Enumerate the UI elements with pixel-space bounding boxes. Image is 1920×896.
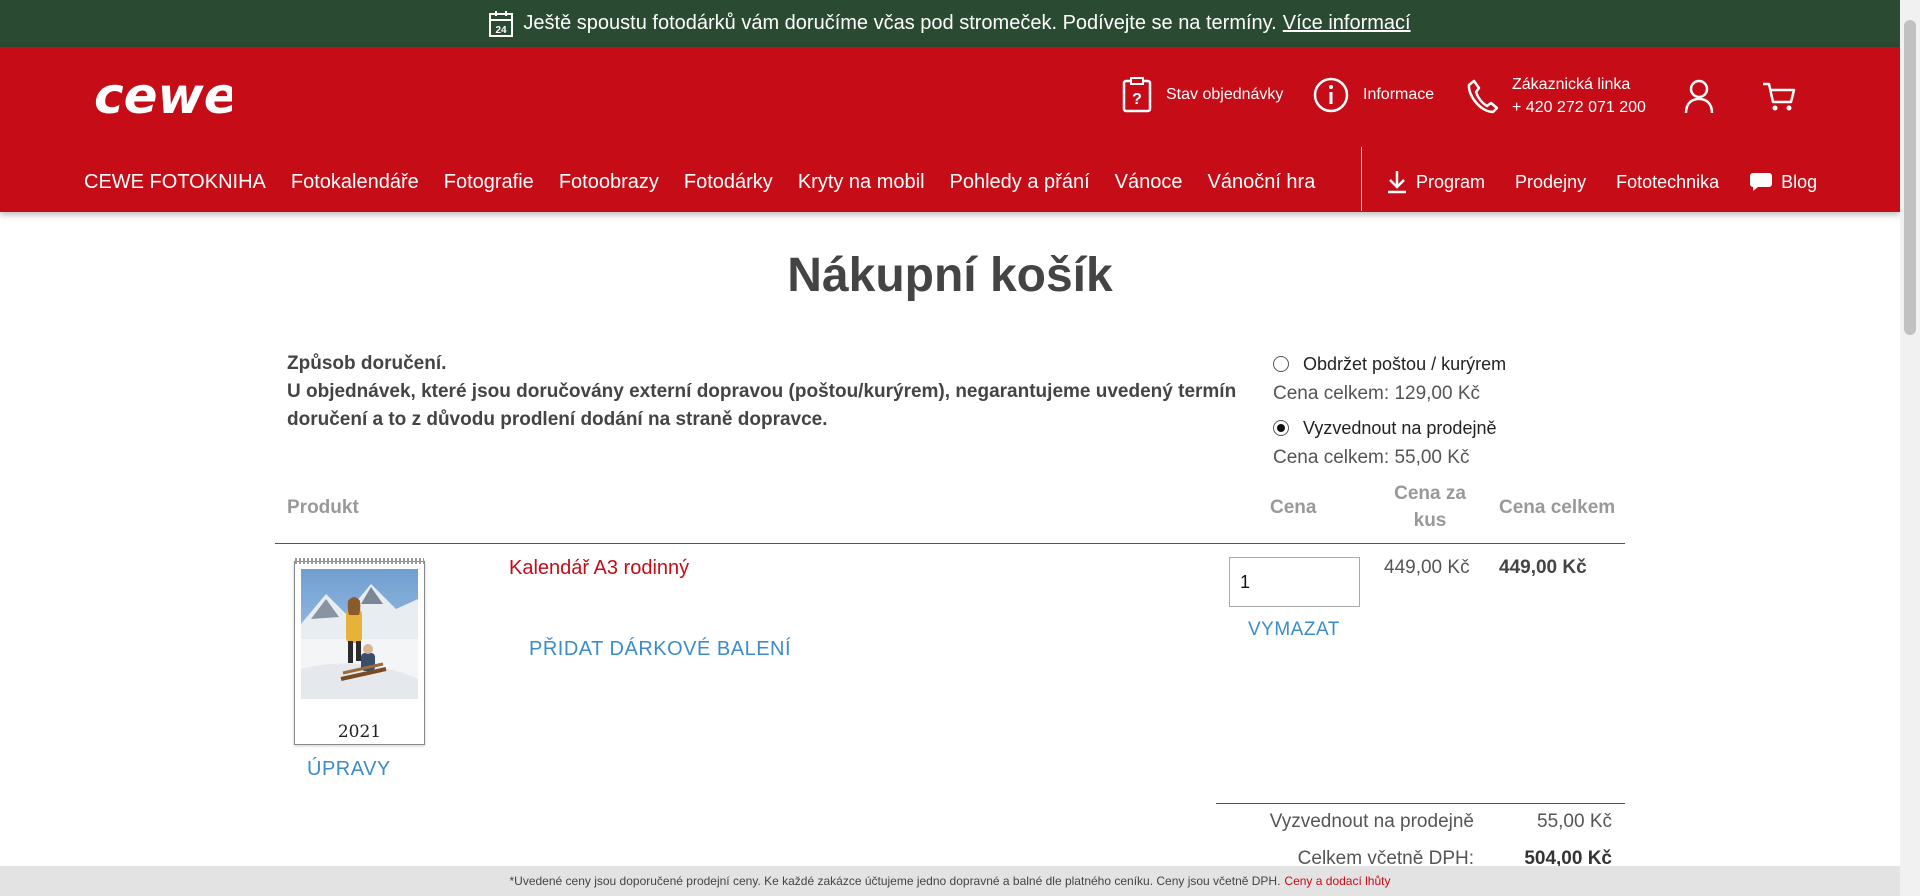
product-name-link[interactable]: Kalendář A3 rodinný bbox=[509, 557, 689, 580]
page: 24 Ještě spoustu fotodárků vám doručíme … bbox=[0, 0, 1900, 896]
nav-item-pohledy-a-prani[interactable]: Pohledy a přání bbox=[950, 171, 1090, 194]
calendar-year: 2021 bbox=[337, 722, 382, 742]
secondary-nav: Program Prodejny Fototechnika Blog bbox=[1386, 164, 1847, 200]
delivery-options: Obdržet poštou / kurýrem Cena celkem: 12… bbox=[1273, 350, 1633, 478]
nav-item-fotokalendare[interactable]: Fotokalendáře bbox=[291, 171, 419, 194]
scrollbar-thumb[interactable] bbox=[1904, 20, 1916, 335]
delivery-option-post[interactable]: Obdržet poštou / kurýrem bbox=[1273, 350, 1633, 378]
summary-shipping-value: 55,00 Kč bbox=[1537, 811, 1612, 832]
nav-item-program[interactable]: Program bbox=[1386, 170, 1485, 194]
cewe-logo[interactable]: cewe bbox=[92, 67, 232, 127]
summary-divider bbox=[1216, 803, 1625, 804]
table-header-divider bbox=[275, 543, 1625, 544]
order-status-link[interactable]: ? Stav objednávky bbox=[1122, 77, 1283, 113]
nav-item-fotodarky[interactable]: Fotodárky bbox=[684, 171, 773, 194]
column-header-total: Cena celkem bbox=[1499, 497, 1616, 518]
info-link[interactable]: Informace bbox=[1313, 77, 1434, 113]
nav-item-prodejny[interactable]: Prodejny bbox=[1515, 172, 1586, 193]
nav-item-blog-label: Blog bbox=[1781, 171, 1818, 192]
order-status-label: Stav objednávky bbox=[1166, 86, 1284, 103]
speech-bubble-icon bbox=[1750, 173, 1773, 191]
page-scrollbar[interactable] bbox=[1900, 0, 1920, 896]
svg-text:?: ? bbox=[1132, 91, 1142, 108]
delivery-option-store[interactable]: Vyzvednout na prodejně bbox=[1273, 414, 1633, 442]
product-thumbnail[interactable]: 2021 bbox=[294, 558, 425, 745]
user-account-icon[interactable] bbox=[1684, 79, 1714, 115]
download-icon bbox=[1388, 171, 1406, 194]
price-disclaimer-text: *Uvedené ceny jsou doporučené prodejní c… bbox=[509, 874, 1281, 888]
info-icon bbox=[1313, 77, 1349, 113]
delivery-info: Způsob doručení. U objednávek, které jso… bbox=[287, 350, 1237, 434]
delivery-option-store-price: Cena celkem: 55,00 Kč bbox=[1273, 447, 1470, 468]
nav-divider bbox=[1361, 147, 1362, 211]
column-header-price: Cena bbox=[1270, 497, 1317, 518]
svg-text:cewe: cewe bbox=[94, 67, 232, 125]
cart-icon[interactable] bbox=[1762, 81, 1796, 113]
hotline-link[interactable]: Zákaznická linka + 420 272 071 200 bbox=[1466, 73, 1646, 119]
delete-item-link[interactable]: VYMAZAT bbox=[1248, 619, 1340, 641]
calendar-icon: 24 bbox=[489, 10, 514, 37]
top-banner: 24 Ještě spoustu fotodárků vám doručíme … bbox=[0, 0, 1900, 47]
nav-item-cewe-fotokniha[interactable]: CEWE FOTOKNIHA bbox=[84, 171, 266, 194]
nav-item-vanoce[interactable]: Vánoce bbox=[1115, 171, 1183, 194]
info-label: Informace bbox=[1363, 86, 1435, 103]
summary-shipping-label: Vyzvednout na prodejně bbox=[1269, 811, 1474, 832]
site-header: cewe ? Stav objednávky Informace Zákazni… bbox=[0, 47, 1900, 212]
banner-more-info-link[interactable]: Více informací bbox=[1283, 12, 1411, 35]
hotline-number: + 420 272 071 200 bbox=[1512, 99, 1646, 116]
radio-store[interactable] bbox=[1273, 420, 1289, 436]
product-photo bbox=[301, 569, 418, 699]
main-nav: CEWE FOTOKNIHA Fotokalendáře Fotografie … bbox=[84, 164, 1340, 200]
nav-item-blog[interactable]: Blog bbox=[1749, 172, 1817, 193]
delivery-option-post-price: Cena celkem: 129,00 Kč bbox=[1273, 383, 1481, 404]
calendar-day: 24 bbox=[496, 25, 508, 36]
delivery-heading: Způsob doručení. bbox=[287, 353, 447, 374]
prices-and-delivery-link[interactable]: Ceny a dodací lhůty bbox=[1284, 874, 1390, 888]
column-header-unit-price: Cena za kus bbox=[1394, 483, 1466, 531]
clipboard-question-icon: ? bbox=[1122, 77, 1152, 113]
delivery-option-store-label: Vyzvednout na prodejně bbox=[1303, 417, 1497, 438]
price-disclaimer-bar: *Uvedené ceny jsou doporučené prodejní c… bbox=[0, 866, 1900, 896]
page-title: Nákupní košík bbox=[787, 249, 1113, 302]
nav-item-fotoobrazy[interactable]: Fotoobrazy bbox=[559, 171, 659, 194]
add-gift-wrap-link[interactable]: PŘIDAT DÁRKOVÉ BALENÍ bbox=[529, 638, 791, 661]
nav-item-fototechnika[interactable]: Fototechnika bbox=[1616, 172, 1719, 193]
calendar-spiral bbox=[295, 558, 424, 564]
unit-price: 449,00 Kč bbox=[1384, 557, 1470, 578]
delivery-option-post-label: Obdržet poštou / kurýrem bbox=[1303, 353, 1507, 374]
quantity-input[interactable] bbox=[1229, 557, 1360, 607]
nav-item-program-label: Program bbox=[1416, 171, 1486, 192]
delivery-note: U objednávek, které jsou doručovány exte… bbox=[287, 381, 1237, 430]
hotline-label: Zákaznická linka bbox=[1512, 76, 1631, 93]
edit-product-link[interactable]: ÚPRAVY bbox=[307, 758, 391, 781]
nav-item-fotografie[interactable]: Fotografie bbox=[444, 171, 534, 194]
banner-text: Ještě spoustu fotodárků vám doručíme vča… bbox=[523, 12, 1277, 34]
phone-icon bbox=[1467, 79, 1498, 114]
radio-post[interactable] bbox=[1273, 356, 1289, 372]
nav-item-vanocni-hra[interactable]: Vánoční hra bbox=[1207, 171, 1315, 194]
column-header-product: Produkt bbox=[287, 497, 359, 518]
nav-item-kryty-na-mobil[interactable]: Kryty na mobil bbox=[798, 171, 925, 194]
item-total-price: 449,00 Kč bbox=[1499, 557, 1587, 578]
